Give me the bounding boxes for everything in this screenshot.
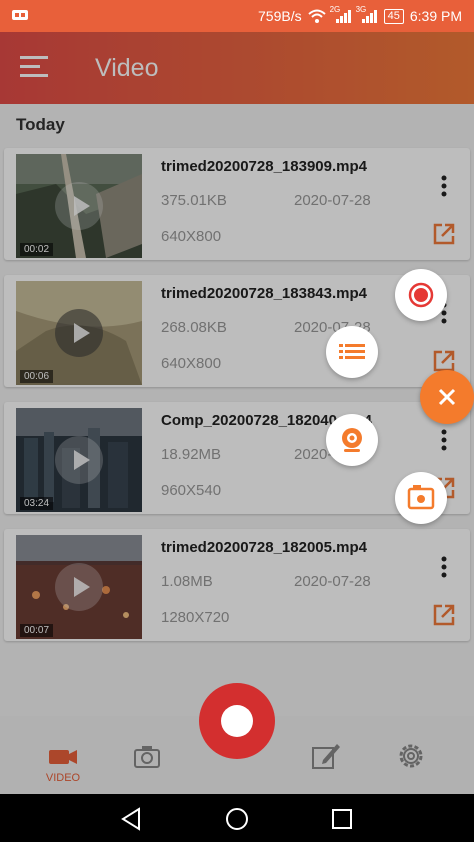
notification-icon <box>12 10 28 20</box>
recents-icon[interactable] <box>329 806 355 832</box>
system-navigation-bar <box>0 794 474 842</box>
home-icon[interactable] <box>224 806 250 832</box>
list-icon[interactable] <box>326 326 378 378</box>
record-icon[interactable] <box>395 269 447 321</box>
clock: 6:39 PM <box>409 8 462 24</box>
network-speed: 759B/s <box>258 8 302 24</box>
signal-1-label: 2G <box>329 5 341 14</box>
close-icon[interactable] <box>420 370 474 424</box>
webcam-icon[interactable] <box>326 414 378 466</box>
battery-icon: 45 <box>383 8 404 24</box>
screenshot-icon[interactable] <box>395 472 447 524</box>
record-button[interactable] <box>199 683 275 759</box>
modal-overlay[interactable] <box>0 32 474 794</box>
status-bar: 759B/s 2G 3G 45 6:39 PM <box>0 0 474 32</box>
signal-2-label: 3G <box>355 5 367 14</box>
back-icon[interactable] <box>119 806 145 832</box>
wifi-icon <box>307 9 326 23</box>
